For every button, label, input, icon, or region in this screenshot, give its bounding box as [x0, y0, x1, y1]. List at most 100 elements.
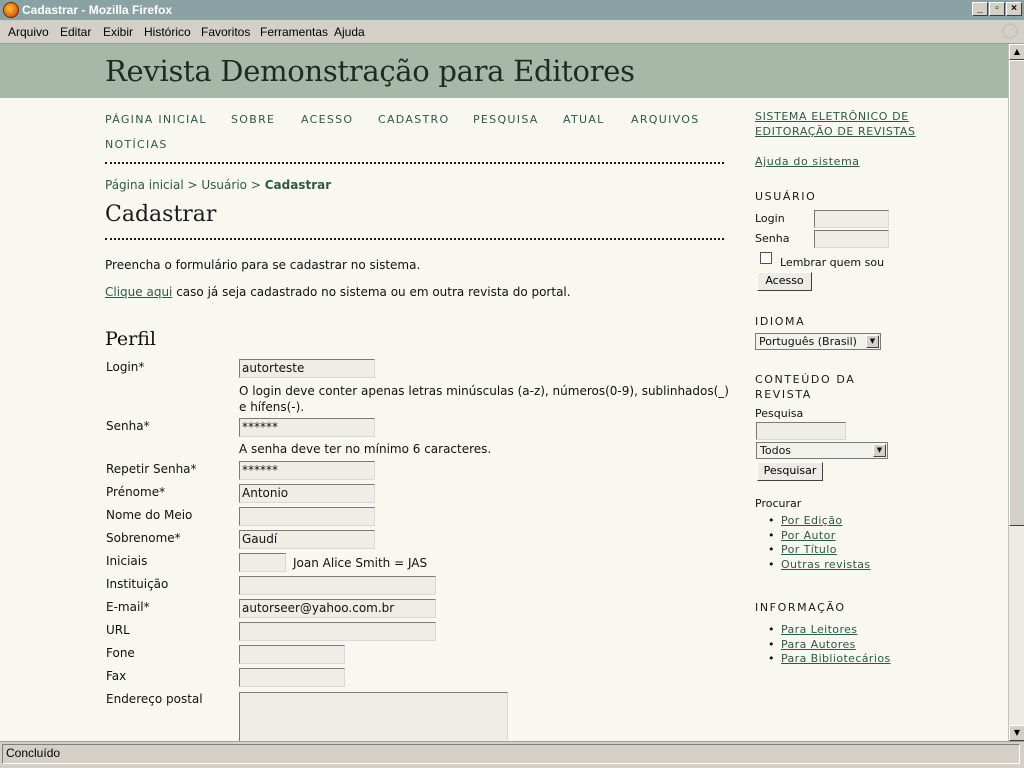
login-label: Login* — [106, 360, 145, 374]
initials-label: Iniciais — [106, 554, 148, 568]
browse-list: Por Edição Por Autor Por Título Outras r… — [768, 514, 871, 572]
search-scope-select[interactable]: Todos ▼ — [756, 442, 888, 459]
scroll-up-icon[interactable]: ▲ — [1009, 44, 1024, 60]
menu-editar[interactable]: Editar — [60, 25, 91, 39]
nav-divider — [105, 162, 724, 164]
minimize-button[interactable]: _ — [972, 2, 988, 16]
breadcrumb-user[interactable]: Usuário — [201, 178, 247, 192]
content-heading-line-1: CONTEÚDO DA — [755, 373, 856, 386]
window-titlebar: Cadastrar - Mozilla Firefox _ ▫ × — [0, 0, 1024, 20]
middlename-input[interactable] — [239, 507, 375, 526]
statusbar: Concluído — [0, 741, 1024, 768]
window-title: Cadastrar - Mozilla Firefox — [22, 3, 173, 17]
restore-button[interactable]: ▫ — [989, 2, 1005, 16]
sidebar-login-input[interactable] — [814, 210, 889, 228]
sidebar-password-input[interactable] — [814, 230, 889, 248]
search-button[interactable]: Pesquisar — [757, 462, 823, 481]
language-select-value: Português (Brasil) — [759, 335, 857, 348]
url-label: URL — [106, 623, 130, 637]
login-prompt: Clique aqui caso já seja cadastrado no s… — [105, 285, 571, 299]
repeat-password-label: Repetir Senha* — [106, 462, 197, 476]
institution-label: Instituição — [106, 577, 169, 591]
browse-by-author-link[interactable]: Por Autor — [781, 529, 836, 542]
password-hint: A senha deve ter no mínimo 6 caracteres. — [239, 442, 492, 456]
for-readers-link[interactable]: Para Leitores — [781, 623, 857, 636]
breadcrumb: Página inicial > Usuário > Cadastrar — [105, 178, 331, 192]
help-link[interactable]: Ajuda do sistema — [755, 154, 860, 169]
login-link[interactable]: Clique aqui — [105, 285, 172, 299]
breadcrumb-separator: > — [187, 178, 198, 192]
email-label: E-mail* — [106, 600, 150, 614]
nav-sobre[interactable]: SOBRE — [231, 113, 275, 126]
nav-acesso[interactable]: ACESSO — [301, 113, 353, 126]
browse-by-title-link[interactable]: Por Título — [781, 543, 837, 556]
browse-by-issue-link[interactable]: Por Edição — [781, 514, 843, 527]
nav-pagina-inicial[interactable]: PÁGINA INICIAL — [105, 113, 207, 126]
search-label: Pesquisa — [755, 407, 804, 420]
login-input[interactable]: autorteste — [239, 359, 375, 378]
remember-checkbox[interactable] — [760, 252, 772, 264]
nav-atual[interactable]: ATUAL — [563, 113, 605, 126]
scroll-down-icon[interactable]: ▼ — [1009, 725, 1024, 741]
access-button[interactable]: Acesso — [757, 272, 812, 291]
throbber-icon — [1002, 23, 1018, 39]
language-heading: IDIOMA — [755, 315, 806, 328]
repeat-password-input[interactable]: ****** — [239, 461, 375, 480]
breadcrumb-current[interactable]: Cadastrar — [265, 178, 331, 192]
close-button[interactable]: × — [1006, 2, 1022, 16]
list-item: Por Autor — [768, 529, 871, 544]
menu-favoritos[interactable]: Favoritos — [201, 25, 250, 39]
nav-noticias[interactable]: NOTÍCIAS — [105, 138, 168, 151]
menu-ajuda[interactable]: Ajuda — [334, 25, 365, 39]
status-text: Concluído — [6, 746, 61, 760]
fax-input[interactable] — [239, 668, 345, 687]
firefox-icon — [3, 2, 19, 18]
email-input[interactable]: autorseer@yahoo.com.br — [239, 599, 436, 618]
initials-input[interactable] — [239, 553, 286, 572]
system-link-line-2[interactable]: EDITORAÇÃO DE REVISTAS — [755, 124, 916, 139]
sidebar-password-label: Senha — [755, 232, 790, 245]
menu-historico[interactable]: Histórico — [144, 25, 191, 39]
login-prompt-text: caso já seja cadastrado no sistema ou em… — [172, 285, 571, 299]
nav-arquivos[interactable]: ARQUIVOS — [631, 113, 700, 126]
menu-arquivo[interactable]: Arquivo — [8, 25, 49, 39]
user-heading: USUÁRIO — [755, 190, 817, 203]
system-link-line-1[interactable]: SISTEMA ELETRÔNICO DE — [755, 109, 909, 124]
browse-label: Procurar — [755, 497, 802, 510]
login-hint: O login deve conter apenas letras minúsc… — [239, 384, 729, 414]
address-label: Endereço postal — [106, 692, 203, 706]
address-textarea[interactable] — [239, 692, 508, 741]
for-librarians-link[interactable]: Para Bibliotecários — [781, 652, 891, 665]
phone-input[interactable] — [239, 645, 345, 664]
lastname-input[interactable]: Gaudí — [239, 530, 375, 549]
info-heading: INFORMAÇÃO — [755, 601, 846, 614]
page-viewport: Revista Demonstração para Editores PÁGIN… — [0, 44, 1008, 741]
nav-pesquisa[interactable]: PESQUISA — [473, 113, 539, 126]
language-select[interactable]: Português (Brasil) ▼ — [755, 333, 881, 350]
lastname-label: Sobrenome* — [106, 531, 181, 545]
list-item: Para Bibliotecários — [768, 652, 891, 667]
intro-text: Preencha o formulário para se cadastrar … — [105, 258, 421, 272]
menu-ferramentas[interactable]: Ferramentas — [260, 25, 328, 39]
for-authors-link[interactable]: Para Autores — [781, 638, 856, 651]
institution-input[interactable] — [239, 576, 436, 595]
other-journals-link[interactable]: Outras revistas — [781, 558, 871, 571]
chevron-down-icon: ▼ — [873, 444, 886, 457]
phone-label: Fone — [106, 646, 135, 660]
firstname-label: Prénome* — [106, 485, 166, 499]
sidebar-login-label: Login — [755, 212, 785, 225]
url-input[interactable] — [239, 622, 436, 641]
menu-exibir[interactable]: Exibir — [103, 25, 133, 39]
remember-label: Lembrar quem sou — [780, 256, 885, 269]
nav-cadastro[interactable]: CADASTRO — [378, 113, 449, 126]
vertical-scrollbar[interactable]: ▲ ▼ — [1008, 44, 1024, 741]
password-label: Senha* — [106, 419, 150, 433]
title-divider — [105, 238, 724, 240]
list-item: Outras revistas — [768, 558, 871, 573]
search-input[interactable] — [756, 422, 846, 440]
scrollbar-thumb[interactable] — [1009, 60, 1024, 526]
breadcrumb-home[interactable]: Página inicial — [105, 178, 184, 192]
password-input[interactable]: ****** — [239, 418, 375, 437]
firstname-input[interactable]: Antonio — [239, 484, 375, 503]
chevron-down-icon: ▼ — [866, 335, 879, 348]
